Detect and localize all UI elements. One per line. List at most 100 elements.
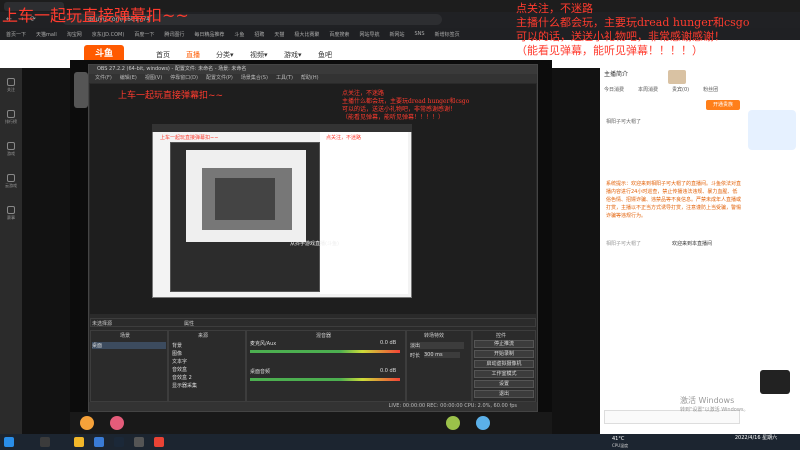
activate-windows-sub: 转到"设置"以激活 Windows。 [680,407,749,413]
tab-today[interactable]: 今日消费 [604,86,624,96]
source-item[interactable]: 图像 [172,350,182,357]
rank-tabs: 今日消费 本周消费 贵宾(0) 粉丝团 [604,86,744,96]
preview-overlay-line-4: （能看见弹幕，能听见弹幕！！！！） [342,114,445,121]
obs-menu-bar: 文件(F) 编辑(E) 视图(V) 停靠窗口(D) 配置文件(P) 场景集合(S… [89,74,537,83]
user-message: 相阳子可大帽了 [606,241,642,247]
leftrail-rank[interactable]: 排行榜 [0,110,22,125]
search-icon[interactable] [40,437,50,447]
transitions-dock [406,330,472,402]
source-item[interactable]: 音效盒 [172,366,187,373]
leftrail-cloudgame[interactable]: 云游戏 [0,174,22,189]
promo-badge[interactable] [748,110,796,150]
bookmark-item[interactable]: 百度一下 [134,31,154,38]
welcome-message: 欢迎来到本直播间 [672,241,713,247]
anchor-avatar [74,72,88,108]
nested-overlay-line: 点关注，不迷路 [326,135,362,141]
bookmark-item[interactable]: 天猫mall [36,31,57,38]
edge-icon[interactable] [94,437,104,447]
mixer-meter [250,350,400,353]
nav-home[interactable]: 首页 [156,50,170,60]
gift-banner[interactable] [760,370,790,394]
nav-category[interactable]: 分类▾ [216,50,234,60]
studio-mode-button[interactable]: 工作室模式 [474,370,534,378]
bookmark-item[interactable]: 每日精品推荐 [194,31,224,38]
stop-streaming-button[interactable]: 停止推流 [474,340,534,348]
controls-dock-title: 控件 [496,333,507,339]
bookmark-item[interactable]: 斗鱼 [234,31,244,38]
exit-button[interactable]: 退出 [474,390,534,398]
cloud-icon [7,174,15,182]
obs-menu-profile[interactable]: 配置文件(P) [206,74,233,83]
system-message: 系统提示：欢迎来到相阳子可大帽了的直播间。斗鱼依法对直播内容进行24小时巡查，禁… [606,181,742,219]
gift-icon[interactable] [80,416,94,430]
tab-week[interactable]: 本周消费 [638,86,658,96]
scene-item[interactable]: 桌面 [92,342,166,349]
nav-game[interactable]: 游戏▾ [284,50,302,60]
gift-icon[interactable] [446,416,460,430]
start-recording-button[interactable]: 开始录制 [474,350,534,358]
nested-chat [320,132,408,294]
bookmark-item[interactable]: 新网站 [389,31,404,38]
sources-dock-title: 来源 [198,333,209,339]
bookmark-item[interactable]: 新增标签页 [435,31,460,38]
bookmark-item[interactable]: 腾讯图行 [164,31,184,38]
nested-screen-4 [215,178,275,220]
steam-icon[interactable] [114,437,124,447]
leftrail-follow[interactable]: 关注 [0,78,22,93]
source-item[interactable]: 显示器采集 [172,382,197,389]
tab-vip[interactable]: 贵宾(0) [672,86,689,96]
scenes-dock [90,330,168,402]
trophy-icon [7,110,15,118]
mixer-channel-name: 桌面音频 [250,369,271,375]
source-item[interactable]: 背景 [172,342,182,349]
nav-live[interactable]: 直播 [186,50,200,60]
obs-menu-edit[interactable]: 编辑(E) [120,74,137,83]
mixer-channel-name: 麦克风/Aux [250,341,277,347]
bookmark-item[interactable]: 天猫 [274,31,284,38]
clock-date: 2022/4/16 星期六 [734,435,778,441]
no-source-label: 未选择源 [92,321,113,327]
gamepad-icon [7,142,15,150]
bookmark-item[interactable]: 招聘 [254,31,264,38]
taskbar-clock[interactable]: 2022/4/16 星期六 [728,435,784,449]
bookmark-item[interactable]: 首页一下 [6,31,26,38]
obs-menu-file[interactable]: 文件(F) [95,74,112,83]
gift-icon[interactable] [476,416,490,430]
bookmark-item[interactable]: 淘宝网 [67,31,82,38]
gift-icon[interactable] [110,416,124,430]
chrome-icon[interactable] [154,437,164,447]
bookmark-item[interactable]: 极大比赛聚 [294,31,319,38]
obs-menu-tools[interactable]: 工具(T) [276,74,293,83]
activate-windows-title: 激活 Windows [680,396,735,405]
leftrail-esports[interactable]: 赛事 [0,206,22,221]
heart-icon [7,78,15,86]
obs-menu-dock[interactable]: 停靠窗口(D) [170,74,198,83]
obs-menu-view[interactable]: 视图(V) [145,74,162,83]
obs-menu-help[interactable]: 帮助(H) [301,74,319,83]
source-item[interactable]: 文本字 [172,358,187,365]
source-item[interactable]: 音效盒 2 [172,374,192,381]
nav-video[interactable]: 视频▾ [250,50,268,60]
tab-fans[interactable]: 粉丝团 [703,86,718,96]
obs-menu-scenes[interactable]: 场景集合(S) [241,74,268,83]
leftrail-game[interactable]: 游戏 [0,142,22,157]
duration-input[interactable]: 300 ms [424,352,460,358]
mixer-dock-title: 混音器 [316,333,332,339]
noble-button[interactable]: 开通贵族 [706,100,740,110]
bookmark-item[interactable]: 百度搜索 [329,31,349,38]
virtual-camera-button[interactable]: 启动虚拟摄像机 [474,360,534,368]
bookmark-item[interactable]: 网站导航 [359,31,379,38]
obs-title: OBS 27.2.2 (64-bit, windows) - 配置文件: 未命名… [89,65,537,74]
transition-select[interactable]: 淡出 [410,342,464,349]
mixer-channel-level: 0.0 dB [380,368,397,374]
obs-icon[interactable] [134,437,144,447]
bookmark-item[interactable]: SNS [414,31,424,37]
properties-button[interactable]: 属性 [184,320,194,327]
bookmark-item[interactable]: 京东(JD.COM) [92,31,125,38]
nav-yuba[interactable]: 鱼吧 [318,50,332,60]
settings-button[interactable]: 设置 [474,380,534,388]
nested-caption: 从抖手游戏直播(斗鱼) [290,241,339,247]
explorer-icon[interactable] [74,437,84,447]
start-icon[interactable] [4,437,14,447]
streamer-avatar[interactable] [668,70,686,84]
